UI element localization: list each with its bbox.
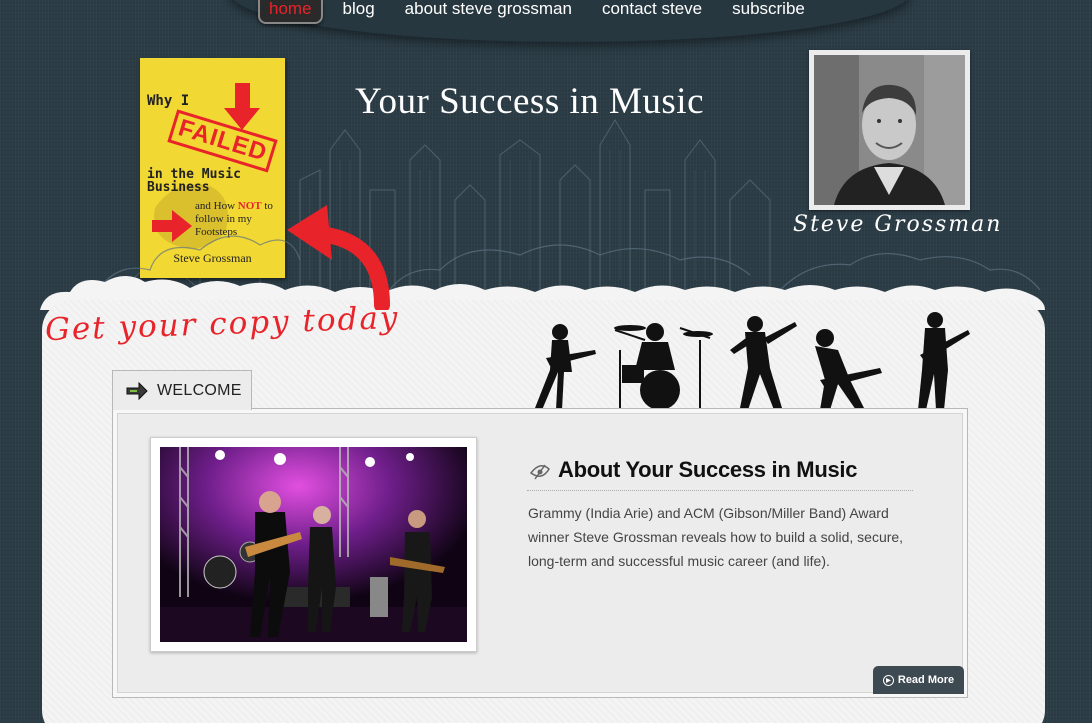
concert-photo (160, 447, 467, 642)
read-more-button[interactable]: ▶ Read More (873, 666, 964, 694)
about-title: About Your Success in Music (558, 457, 858, 482)
band-silhouettes-illustration (535, 312, 970, 410)
book-title-line-1: Why I (147, 93, 190, 109)
book-title-line-2: in the Music Business (147, 167, 241, 195)
curved-arrow-icon (287, 205, 390, 310)
tab-welcome-label: WELCOME (157, 381, 242, 399)
nav-subscribe[interactable]: subscribe (732, 0, 805, 17)
author-photo (814, 55, 965, 205)
read-more-label: Read More (897, 674, 955, 686)
concert-photo-frame (150, 437, 477, 652)
play-icon: ▶ (882, 674, 894, 686)
author-portrait (809, 50, 970, 210)
nav-about[interactable]: about steve grossman (405, 0, 572, 17)
book-subtitle-not: NOT (237, 200, 262, 212)
main-nav: home blog about steve grossman contact s… (258, 0, 835, 24)
nav-home[interactable]: home (258, 0, 323, 24)
book-subtitle-pre: and How (195, 200, 236, 212)
about-divider (527, 490, 913, 491)
cloud-border-decoration (40, 235, 1045, 310)
nav-contact[interactable]: contact steve (602, 0, 702, 17)
nav-blog[interactable]: blog (343, 0, 375, 17)
about-description: Grammy (India Arie) and ACM (Gibson/Mill… (528, 505, 904, 569)
site-title: Your Success in Music (355, 81, 705, 122)
arrow-right-icon (126, 381, 148, 400)
tab-welcome[interactable]: WELCOME (112, 370, 252, 410)
music-notes-icon (529, 464, 550, 480)
